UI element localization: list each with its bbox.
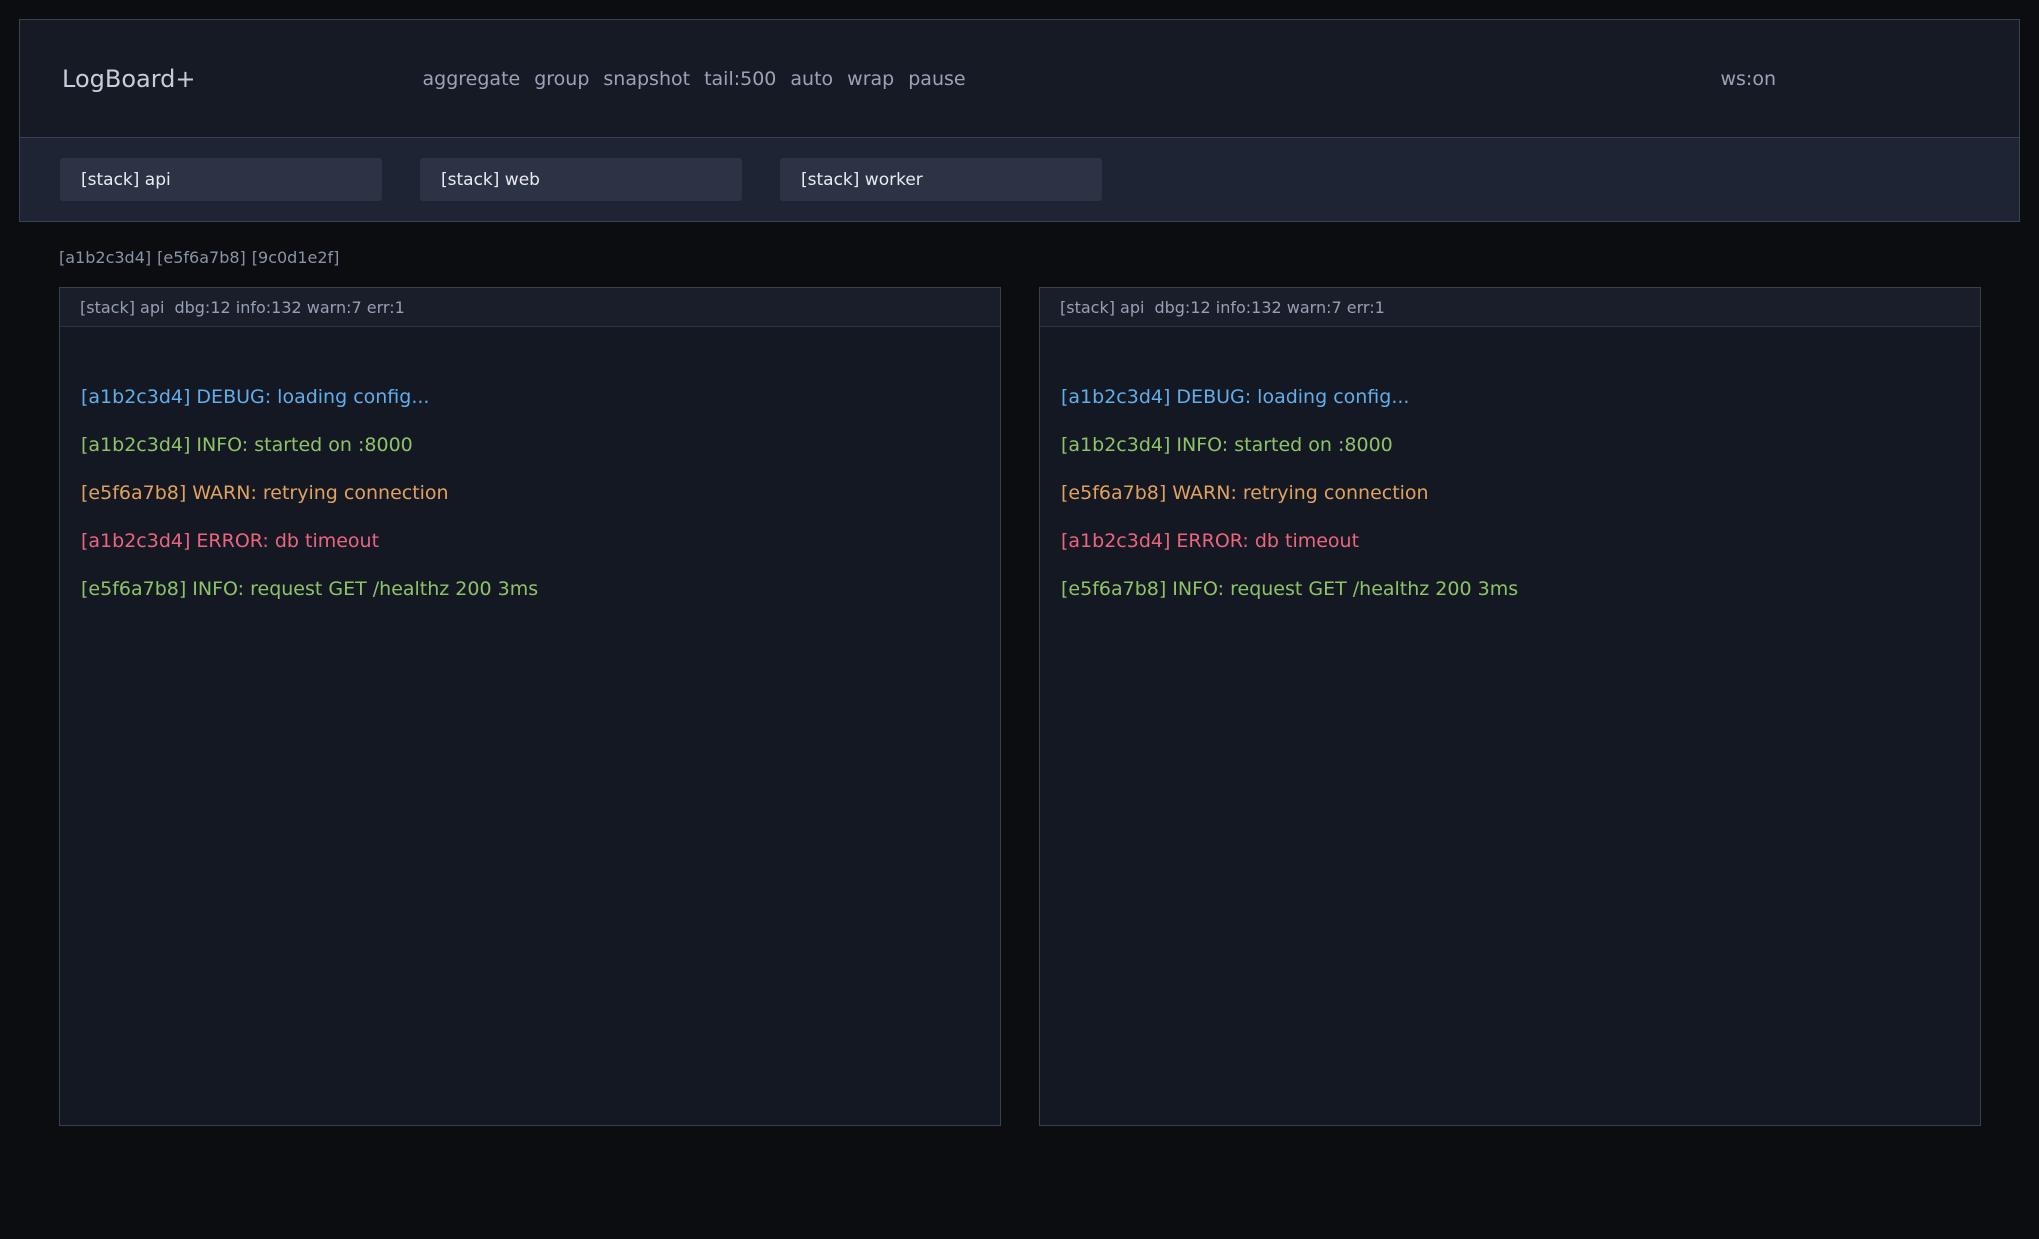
log-line: [e5f6a7b8] INFO: request GET /healthz 20… xyxy=(1061,577,1959,601)
request-id-chip[interactable]: [e5f6a7b8] xyxy=(157,248,246,267)
menu-item-wrap[interactable]: wrap xyxy=(847,68,894,90)
request-id-chip[interactable]: [9c0d1e2f] xyxy=(252,248,340,267)
log-line: [a1b2c3d4] INFO: started on :8000 xyxy=(1061,433,1959,457)
log-line: [a1b2c3d4] DEBUG: loading config... xyxy=(81,385,979,409)
log-line: [e5f6a7b8] WARN: retrying connection xyxy=(1061,481,1959,505)
log-line: [a1b2c3d4] ERROR: db timeout xyxy=(1061,529,1959,553)
title-row: LogBoard+ aggregate group snapshot tail:… xyxy=(20,20,2019,137)
menu-item-group[interactable]: group xyxy=(534,68,589,90)
log-line: [e5f6a7b8] WARN: retrying connection xyxy=(81,481,979,505)
panel-title: [stack] api xyxy=(1060,298,1144,317)
stack-tab-label: [stack] api xyxy=(81,170,171,190)
log-panel-left: [stack] api dbg:12 info:132 warn:7 err:1… xyxy=(59,287,1001,1126)
log-line: [a1b2c3d4] ERROR: db timeout xyxy=(81,529,979,553)
log-line: [a1b2c3d4] DEBUG: loading config... xyxy=(1061,385,1959,409)
log-output[interactable]: [a1b2c3d4] DEBUG: loading config... [a1b… xyxy=(1040,327,1980,1125)
log-panel-header: [stack] api dbg:12 info:132 warn:7 err:1 xyxy=(1040,288,1980,327)
log-output[interactable]: [a1b2c3d4] DEBUG: loading config... [a1b… xyxy=(60,327,1000,1125)
log-line: [a1b2c3d4] INFO: started on :8000 xyxy=(81,433,979,457)
log-panel-header: [stack] api dbg:12 info:132 warn:7 err:1 xyxy=(60,288,1000,327)
stack-tab-worker[interactable]: [stack] worker xyxy=(780,158,1102,201)
menu-item-auto[interactable]: auto xyxy=(790,68,833,90)
menu-item-aggregate[interactable]: aggregate xyxy=(423,68,521,90)
panel-level-counts: dbg:12 info:132 warn:7 err:1 xyxy=(174,298,404,317)
stack-tab-label: [stack] web xyxy=(441,170,540,190)
request-id-chip[interactable]: [a1b2c3d4] xyxy=(59,248,151,267)
stack-tab-strip: [stack] api [stack] web [stack] worker xyxy=(20,137,2019,221)
menu-item-pause[interactable]: pause xyxy=(908,68,965,90)
websocket-status: ws:on xyxy=(1720,68,1776,90)
stack-tab-web[interactable]: [stack] web xyxy=(420,158,742,201)
stack-tab-label: [stack] worker xyxy=(801,170,923,190)
log-panel-right: [stack] api dbg:12 info:132 warn:7 err:1… xyxy=(1039,287,1981,1126)
toolbar: aggregate group snapshot tail:500 auto w… xyxy=(423,68,966,90)
menu-item-tail[interactable]: tail:500 xyxy=(704,68,776,90)
menu-item-snapshot[interactable]: snapshot xyxy=(603,68,690,90)
stack-tab-api[interactable]: [stack] api xyxy=(60,158,382,201)
app-title: LogBoard+ xyxy=(62,65,196,93)
panel-level-counts: dbg:12 info:132 warn:7 err:1 xyxy=(1154,298,1384,317)
header: LogBoard+ aggregate group snapshot tail:… xyxy=(19,19,2020,222)
panel-title: [stack] api xyxy=(80,298,164,317)
request-id-chips: [a1b2c3d4] [e5f6a7b8] [9c0d1e2f] xyxy=(59,248,2039,267)
log-panels: [stack] api dbg:12 info:132 warn:7 err:1… xyxy=(59,287,1981,1126)
log-line: [e5f6a7b8] INFO: request GET /healthz 20… xyxy=(81,577,979,601)
